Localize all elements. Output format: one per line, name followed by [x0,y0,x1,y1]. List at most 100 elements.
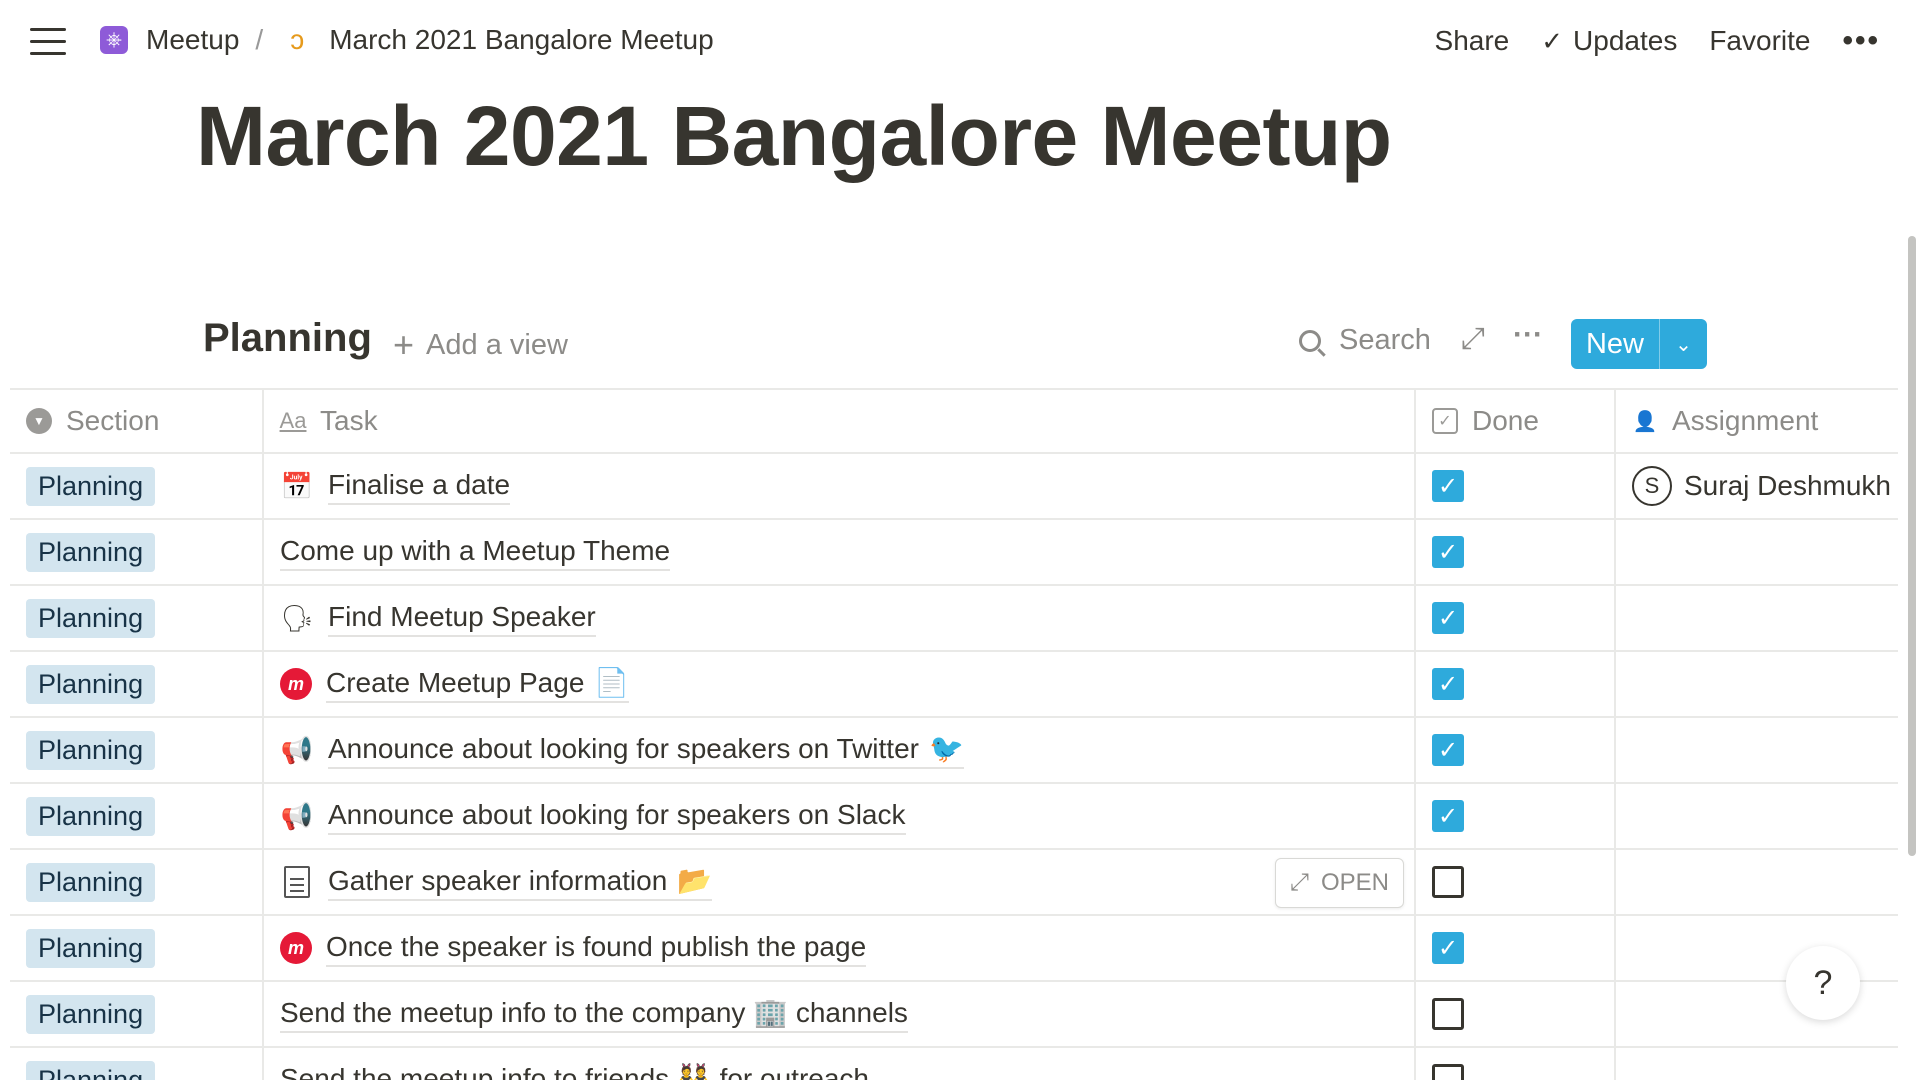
section-cell[interactable]: Planning [10,718,264,782]
search-button[interactable]: Search [1299,324,1431,357]
section-cell[interactable]: Planning [10,784,264,848]
assignee-name: Suraj Deshmukh [1684,470,1891,501]
expand-icon[interactable]: ⤢ [1461,322,1485,356]
table-row[interactable]: Planning 🗣 Find Meetup Speaker ✓ [10,586,1898,652]
table-row[interactable]: Planning Gather speaker information 📂 ⤢ OPEN [10,850,1898,916]
favorite-label: Favorite [1709,25,1811,56]
task-title[interactable]: Gather speaker information 📂 [328,863,713,901]
page-title[interactable]: March 2021 Bangalore Meetup [196,88,1392,185]
document-shape [284,866,310,898]
section-cell[interactable]: Planning [10,982,264,1046]
checkbox-unchecked[interactable] [1432,998,1464,1030]
section-cell[interactable]: Planning [10,586,264,650]
table-row[interactable]: Planning 📢 Announce about looking for spea… [10,784,1898,850]
checkbox-checked[interactable]: ✓ [1432,602,1464,634]
meetup-wheel-icon: ⎈ [100,26,128,54]
task-title[interactable]: Find Meetup Speaker [328,599,596,637]
task-cell[interactable]: 📢 Announce about looking for speakers on … [264,784,1416,848]
task-cell[interactable]: Gather speaker information 📂 ⤢ OPEN [264,850,1416,914]
table-row[interactable]: Planning Send the meetup info to friends … [10,1048,1898,1080]
breadcrumb-label: Meetup [146,24,240,55]
section-tag: Planning [26,928,156,968]
done-cell [1416,982,1616,1046]
assignment-cell[interactable] [1616,784,1898,848]
table-row[interactable]: Planning Send the meetup info to the comp… [10,982,1898,1048]
checkbox-checked[interactable]: ✓ [1432,470,1464,502]
task-title[interactable]: Finalise a date [328,467,511,505]
task-title[interactable]: Send the meetup info to friends 👯 for ou… [280,1061,869,1080]
breadcrumb-current-page[interactable]: ↄ March 2021 Bangalore Meetup [283,24,713,56]
table-row[interactable]: Planning 📢 Announce about looking for spea… [10,718,1898,784]
task-cell[interactable]: m Create Meetup Page 📄 [264,652,1416,716]
share-button[interactable]: Share [1435,25,1510,57]
checkbox-unchecked[interactable] [1432,866,1464,898]
assignment-cell[interactable] [1616,850,1898,914]
menu-icon[interactable] [30,28,66,58]
task-cell[interactable]: m Once the speaker is found publish the p… [264,916,1416,980]
task-cell[interactable]: Send the meetup info to friends 👯 for ou… [264,1048,1416,1080]
section-tag: Planning [26,796,156,836]
section-cell[interactable]: Planning [10,1048,264,1080]
checkbox-checked[interactable]: ✓ [1432,932,1464,964]
task-title[interactable]: Announce about looking for speakers on S… [328,797,906,835]
assignment-cell[interactable] [1616,718,1898,782]
section-cell[interactable]: Planning [10,916,264,980]
speaking-head-icon: 🗣 [280,602,314,633]
done-cell [1416,850,1616,914]
view-options-icon[interactable]: ··· [1513,318,1543,352]
favorite-button[interactable]: Favorite [1709,25,1810,57]
column-header-assignment[interactable]: 👤 Assignment [1616,390,1898,452]
breadcrumb-meetup[interactable]: ⎈ Meetup [100,24,239,56]
task-title[interactable]: Send the meetup info to the company 🏢 ch… [280,995,908,1033]
breadcrumb-label: March 2021 Bangalore Meetup [329,24,714,55]
task-label: Send the meetup info to the company 🏢 ch… [280,997,908,1028]
task-label: Announce about looking for speakers on S… [328,799,906,830]
section-cell[interactable]: Planning [10,520,264,584]
done-cell: ✓ [1416,586,1616,650]
task-cell[interactable]: Send the meetup info to the company 🏢 ch… [264,982,1416,1046]
new-button[interactable]: New [1571,319,1659,369]
table-row[interactable]: Planning Come up with a Meetup Theme ✓ [10,520,1898,586]
section-cell[interactable]: Planning [10,850,264,914]
section-cell[interactable]: Planning [10,652,264,716]
table-row[interactable]: Planning 📅 Finalise a date ✓ S Suraj Deshmukh [10,454,1898,520]
checkbox-checked[interactable]: ✓ [1432,734,1464,766]
assignment-cell[interactable] [1616,652,1898,716]
megaphone-icon: 📢 [280,734,314,765]
add-view-button[interactable]: + Add a view [393,324,568,366]
view-name[interactable]: Planning [203,316,372,361]
column-header-done[interactable]: ✓ Done [1416,390,1616,452]
open-page-button[interactable]: ⤢ OPEN [1274,858,1404,908]
task-title[interactable]: Announce about looking for speakers on T… [328,731,964,769]
task-title[interactable]: Once the speaker is found publish the pa… [326,929,867,967]
checkbox-checked[interactable]: ✓ [1432,536,1464,568]
task-cell[interactable]: 🗣 Find Meetup Speaker [264,586,1416,650]
assignment-cell[interactable]: S Suraj Deshmukh [1616,454,1898,518]
task-label: Gather speaker information [328,865,668,896]
assignment-cell[interactable] [1616,1048,1898,1080]
checkbox-unchecked[interactable] [1432,1064,1464,1080]
breadcrumb-separator: / [255,24,264,55]
more-options-icon[interactable]: ••• [1842,24,1880,58]
table-row[interactable]: Planning m Once the speaker is found publi… [10,916,1898,982]
help-button[interactable]: ? [1786,946,1860,1020]
checkbox-checked[interactable]: ✓ [1432,668,1464,700]
task-title[interactable]: Create Meetup Page 📄 [326,665,630,703]
checkbox-checked[interactable]: ✓ [1432,800,1464,832]
updates-button[interactable]: ✓ Updates [1541,25,1677,57]
chevron-down-icon[interactable]: ⌄ [1659,319,1707,369]
title-icon: Aa [279,408,307,433]
scrollbar[interactable] [1908,236,1916,856]
assignment-cell[interactable] [1616,586,1898,650]
assignment-cell[interactable] [1616,520,1898,584]
column-header-task[interactable]: Aa Task [264,390,1416,452]
task-cell[interactable]: Come up with a Meetup Theme [264,520,1416,584]
section-cell[interactable]: Planning [10,454,264,518]
task-cell[interactable]: 📢 Announce about looking for speakers on … [264,718,1416,782]
table-row[interactable]: Planning m Create Meetup Page 📄 ✓ [10,652,1898,718]
checkbox-icon: ✓ [1432,408,1458,434]
task-title[interactable]: Come up with a Meetup Theme [280,533,671,571]
column-header-section[interactable]: ▼ Section [10,390,264,452]
task-cell[interactable]: 📅 Finalise a date [264,454,1416,518]
database-view-header: Planning + Add a view Search ⤢ ··· New ⌄ [203,312,1707,372]
